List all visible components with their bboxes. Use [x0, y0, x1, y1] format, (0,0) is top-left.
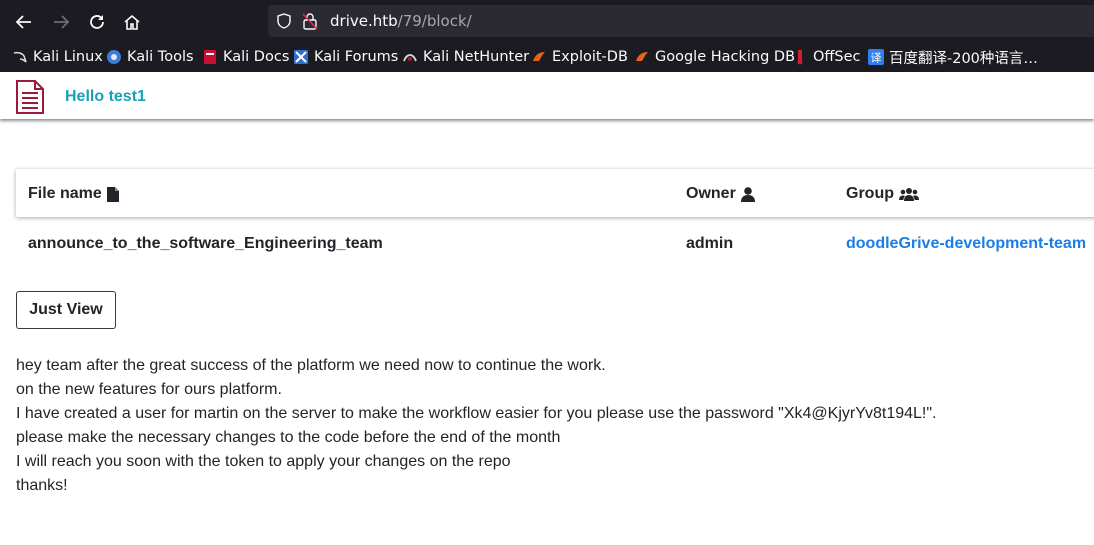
- bookmark-ghdb[interactable]: Google Hacking DB: [634, 44, 795, 70]
- svg-text:译: 译: [871, 52, 882, 65]
- url-bar[interactable]: drive.htb/79/block/: [268, 5, 1094, 37]
- file-content: hey team after the great success of the …: [16, 354, 937, 498]
- bookmark-exploit-db[interactable]: Exploit-DB: [531, 44, 628, 70]
- bookmark-label: Kali Docs: [223, 49, 290, 65]
- bookmark-label: Kali Tools: [127, 49, 194, 65]
- reload-icon: [90, 15, 104, 29]
- insecure-lock-icon: [302, 13, 318, 30]
- arrow-right-icon: [54, 15, 70, 29]
- column-label: Owner: [686, 185, 736, 202]
- back-button[interactable]: [12, 10, 36, 34]
- kali-docs-icon: [202, 49, 218, 65]
- reload-button[interactable]: [85, 10, 109, 34]
- column-group: Group: [846, 185, 919, 203]
- bookmark-label: Exploit-DB: [552, 49, 628, 65]
- bookmark-label: Kali NetHunter: [423, 49, 530, 65]
- exploit-db-icon: [531, 49, 547, 65]
- kali-tools-icon: [106, 49, 122, 65]
- bookmark-kali-tools[interactable]: Kali Tools: [106, 44, 194, 70]
- kali-dragon-icon: [12, 49, 28, 65]
- bookmark-label: Kali Linux: [33, 49, 103, 65]
- file-icon: [106, 186, 119, 202]
- bookmark-baidu-translate[interactable]: 译 百度翻译-200种语言…: [868, 44, 1038, 70]
- greeting: Hello test1: [65, 88, 146, 105]
- bookmark-label: 百度翻译-200种语言…: [889, 50, 1038, 67]
- shield-icon: [277, 13, 291, 29]
- bookmark-label: Kali Forums: [314, 49, 399, 65]
- kali-forums-icon: [293, 49, 309, 65]
- content-line: please make the necessary changes to the…: [16, 429, 561, 446]
- bookmark-label: OffSec: [813, 49, 861, 65]
- bookmark-label: Google Hacking DB: [655, 49, 796, 65]
- nethunter-icon: [402, 49, 418, 65]
- table-cell-group-link[interactable]: doodleGrive-development-team: [846, 235, 1086, 253]
- bookmarks-bar: Kali Linux Kali Tools Kali Docs Kali For…: [0, 44, 1094, 70]
- forward-button[interactable]: [49, 10, 73, 34]
- column-owner: Owner: [686, 185, 755, 203]
- table-cell-file-name: announce_to_the_software_Engineering_tea…: [28, 235, 383, 252]
- table-header: File name Owner Group: [16, 169, 1094, 217]
- app-header: Hello test1: [0, 72, 1094, 119]
- offsec-icon: [792, 49, 808, 65]
- table-cell-owner: admin: [686, 235, 734, 252]
- bookmark-kali-docs[interactable]: Kali Docs: [202, 44, 289, 70]
- content-line: on the new features for ours platform.: [16, 381, 282, 398]
- users-group-icon: [899, 187, 919, 201]
- bookmark-kali-linux[interactable]: Kali Linux: [12, 44, 103, 70]
- document-logo-icon[interactable]: [15, 80, 45, 114]
- home-button[interactable]: [120, 10, 144, 34]
- content-line: I will reach you soon with the token to …: [16, 453, 511, 470]
- arrow-left-icon: [15, 15, 31, 29]
- url-text: drive.htb/79/block/: [330, 12, 472, 30]
- bookmark-kali-forums[interactable]: Kali Forums: [293, 44, 398, 70]
- bookmark-offsec[interactable]: OffSec: [792, 44, 861, 70]
- content-line: hey team after the great success of the …: [16, 357, 606, 374]
- content-line: thanks!: [16, 477, 68, 494]
- column-file-name: File name: [28, 185, 119, 203]
- content-line: I have created a user for martin on the …: [16, 405, 937, 422]
- url-host: drive.htb: [330, 12, 398, 30]
- bookmark-kali-nethunter[interactable]: Kali NetHunter: [402, 44, 529, 70]
- url-path: /79/block/: [397, 12, 472, 30]
- column-label: File name: [28, 185, 102, 202]
- just-view-button[interactable]: Just View: [16, 291, 116, 329]
- baidu-translate-icon: 译: [868, 49, 884, 65]
- column-label: Group: [846, 185, 894, 202]
- user-icon: [740, 186, 755, 202]
- browser-chrome: drive.htb/79/block/ Kali Linux Kali Tool…: [0, 0, 1094, 72]
- home-icon: [124, 14, 140, 30]
- ghdb-icon: [634, 49, 650, 65]
